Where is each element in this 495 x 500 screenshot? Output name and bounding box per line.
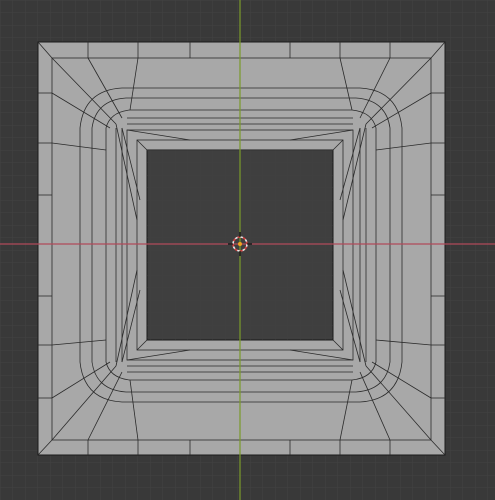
- object-origin-icon: [238, 242, 242, 246]
- 3d-viewport[interactable]: [0, 0, 495, 500]
